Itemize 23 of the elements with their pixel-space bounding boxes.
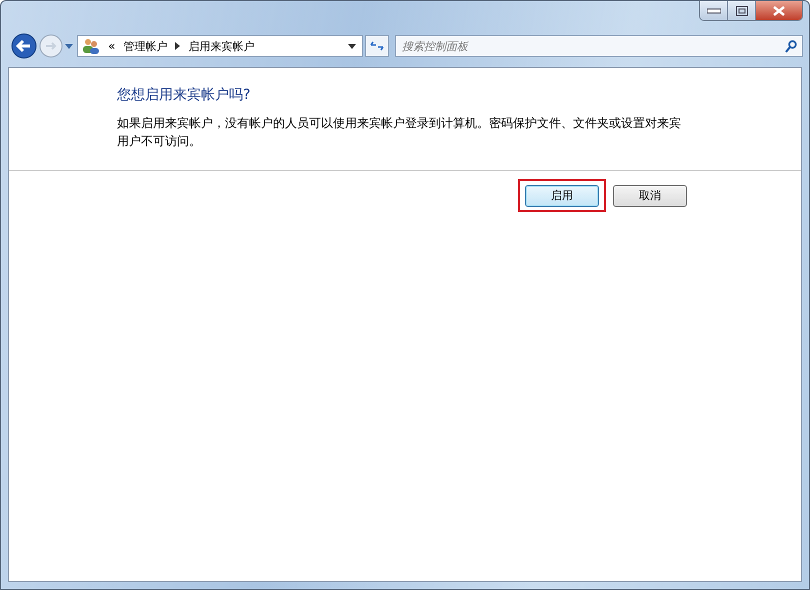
- search-field[interactable]: 搜索控制面板: [395, 35, 803, 57]
- dialog-button[interactable]: 启用: [525, 184, 599, 206]
- maximize-icon: [736, 6, 748, 16]
- back-button[interactable]: [11, 33, 37, 59]
- search-icon: [785, 40, 797, 53]
- dropdown-arrow-icon[interactable]: [348, 44, 356, 48]
- description-text: 如果启用来宾帐户，没有帐户的人员可以使用来宾帐户登录到计算机。密码保护文件、文件夹或设置对来宾用户不可访问。: [117, 115, 682, 150]
- refresh-button[interactable]: [365, 35, 389, 57]
- close-button[interactable]: [756, 1, 802, 20]
- breadcrumb-item[interactable]: 启用来宾帐户: [188, 38, 254, 54]
- dialog-heading: 您想启用来宾帐户吗?: [117, 86, 252, 104]
- dialog-button[interactable]: 取消: [613, 184, 687, 206]
- close-icon: [772, 6, 786, 16]
- maximize-button[interactable]: [728, 1, 756, 20]
- users-icon: [82, 38, 100, 54]
- address-bar[interactable]: « 管理帐户 启用来宾帐户: [77, 35, 363, 57]
- overflow-chevron[interactable]: «: [108, 39, 116, 53]
- breadcrumb-arrow-icon[interactable]: [175, 42, 180, 50]
- minimize-button[interactable]: [700, 1, 728, 20]
- refresh-icon: [370, 40, 384, 52]
- breadcrumb-item[interactable]: 管理帐户: [123, 38, 168, 54]
- minimize-icon: [706, 8, 720, 14]
- history-dropdown[interactable]: [65, 44, 73, 48]
